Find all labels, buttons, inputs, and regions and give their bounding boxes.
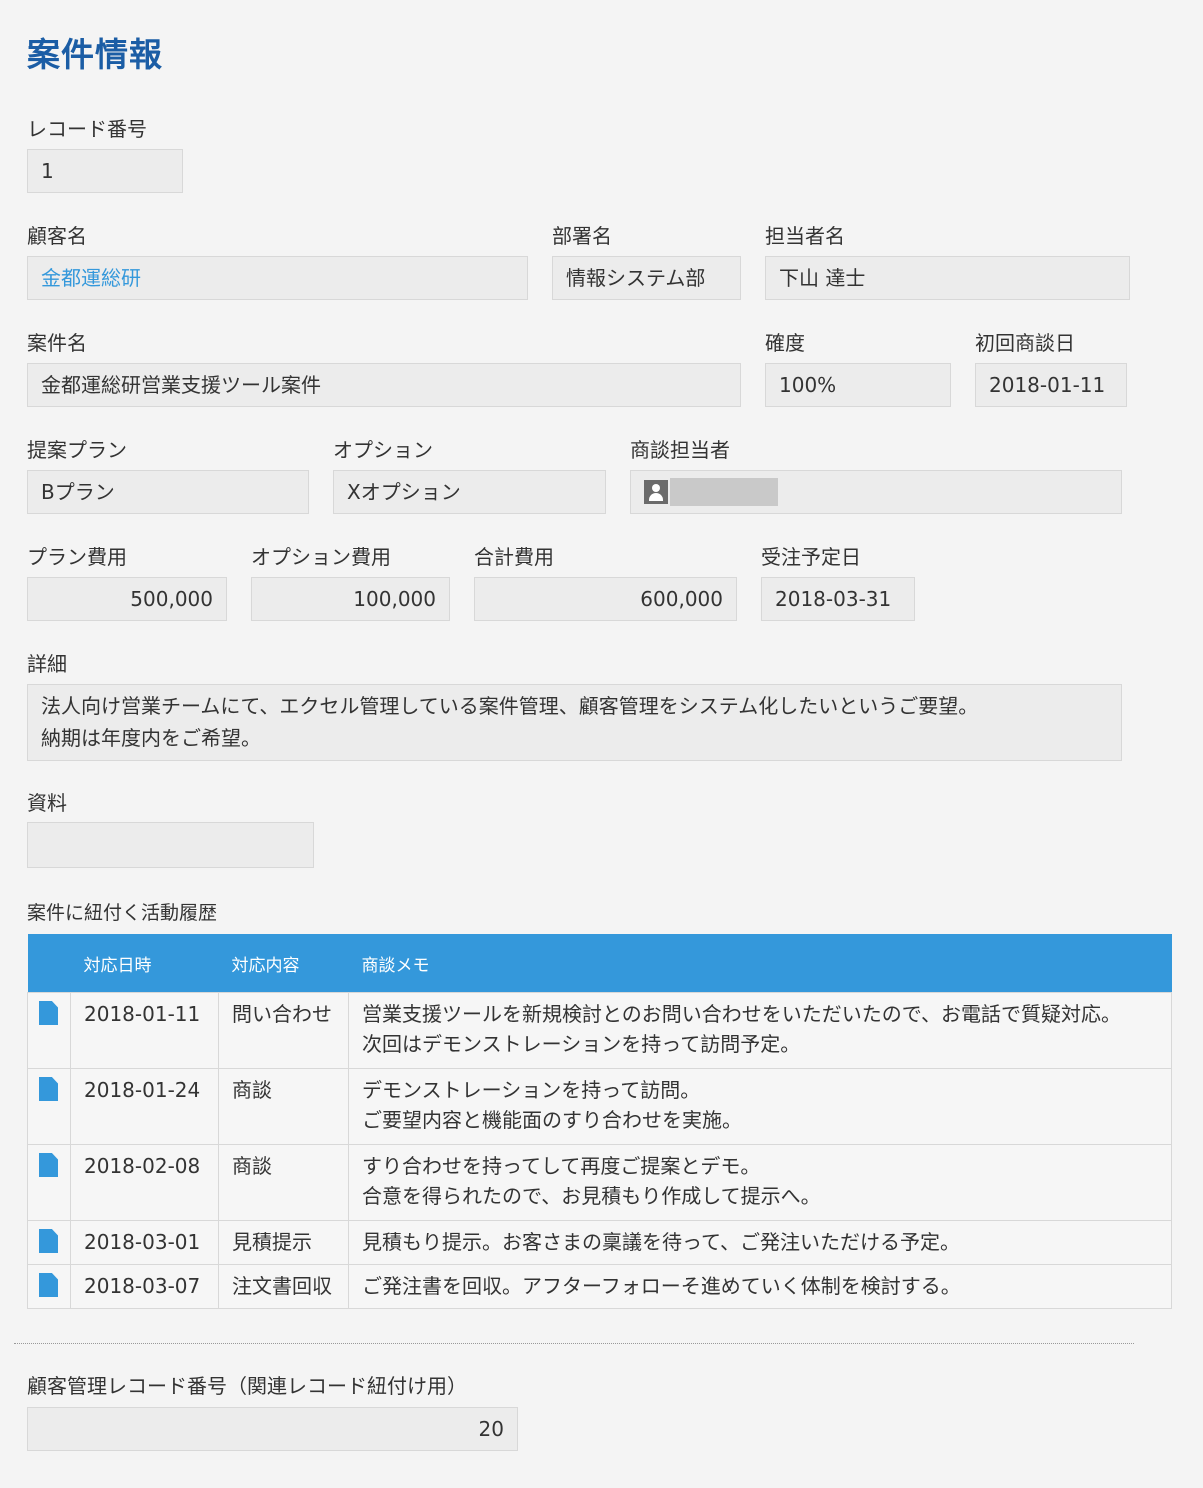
row-icon-cell[interactable] [27,1264,71,1309]
memo-line: 営業支援ツールを新規検討とのお問い合わせをいただいたので、お電話で質疑対応。 [362,1002,1121,1026]
row-memo: 見積もり提示。お客さまの稟議を待って、ご発注いただける予定。 [348,1220,1172,1265]
page-title: 案件情報 [27,35,163,74]
row-memo: ご発注書を回収。アフターフォローそ進めていく体制を検討する。 [348,1264,1172,1309]
column-header-icon [27,934,71,993]
materials-field [27,822,314,868]
row-icon-cell[interactable] [27,1068,71,1145]
table-header-row: 対応日時 対応内容 商談メモ [27,934,1172,993]
row-date: 2018-01-11 [70,992,219,1069]
order-date-label: 受注予定日 [761,545,861,569]
details-field: 法人向け営業チームにて、エクセル管理している案件管理、顧客管理をシステム化したい… [27,684,1122,761]
column-header-date: 対応日時 [70,934,219,993]
project-name-field: 金都運総研営業支援ツール案件 [27,363,741,407]
option-field: Xオプション [333,470,606,514]
materials-label: 資料 [27,791,67,815]
memo-line: すり合わせを持ってして再度ご提案とデモ。 [362,1154,761,1178]
row-icon-cell[interactable] [27,992,71,1069]
row-icon-cell[interactable] [27,1144,71,1221]
details-label: 詳細 [27,652,67,676]
record-number-field: 1 [27,149,183,193]
row-type: 問い合わせ [218,992,349,1069]
department-label: 部署名 [552,224,612,248]
details-line: 納期は年度内をご希望。 [41,726,261,750]
option-cost-field: 100,000 [251,577,450,621]
row-date: 2018-03-01 [70,1220,219,1265]
contact-person-label: 担当者名 [765,224,845,248]
row-date: 2018-02-08 [70,1144,219,1221]
record-number-label: レコード番号 [27,117,147,141]
activity-history-table: 対応日時 対応内容 商談メモ 2018-01-11 問い合わせ 営業支援ツールを… [27,934,1172,1309]
proposal-plan-label: 提案プラン [27,438,127,462]
row-icon-cell[interactable] [27,1220,71,1265]
document-icon[interactable] [39,1153,58,1177]
column-header-type: 対応内容 [218,934,349,993]
table-row: 2018-01-11 問い合わせ 営業支援ツールを新規検討とのお問い合わせをいた… [27,992,1172,1069]
activity-history-label: 案件に紐付く活動履歴 [27,902,218,924]
project-name-label: 案件名 [27,331,87,355]
first-meeting-date-label: 初回商談日 [975,331,1075,355]
memo-line: ご発注書を回収。アフターフォローそ進めていく体制を検討する。 [362,1274,961,1298]
contact-person-field: 下山 達士 [765,256,1130,300]
row-memo: すり合わせを持ってして再度ご提案とデモ。 合意を得られたので、お見積もり作成して… [348,1144,1172,1221]
section-divider [14,1343,1134,1344]
row-type: 注文書回収 [218,1264,349,1309]
total-cost-label: 合計費用 [474,545,554,569]
user-icon [644,479,668,504]
table-row: 2018-03-07 注文書回収 ご発注書を回収。アフターフォローそ進めていく体… [27,1264,1172,1309]
sales-rep-field [630,470,1122,514]
details-line: 法人向け営業チームにて、エクセル管理している案件管理、顧客管理をシステム化したい… [41,694,979,718]
certainty-label: 確度 [765,331,805,355]
order-date-field: 2018-03-31 [761,577,915,621]
table-row: 2018-03-01 見積提示 見積もり提示。お客さまの稟議を待って、ご発注いた… [27,1220,1172,1265]
document-icon[interactable] [39,1077,58,1101]
option-cost-label: オプション費用 [251,545,391,569]
memo-line: 見積もり提示。お客さまの稟議を待って、ご発注いただける予定。 [362,1230,960,1254]
table-row: 2018-01-24 商談 デモンストレーションを持って訪問。 ご要望内容と機能… [27,1068,1172,1145]
first-meeting-date-field: 2018-01-11 [975,363,1127,407]
row-type: 商談 [218,1068,349,1145]
row-memo: デモンストレーションを持って訪問。 ご要望内容と機能面のすり合わせを実施。 [348,1068,1172,1145]
memo-line: 合意を得られたので、お見積もり作成して提示へ。 [362,1184,821,1208]
customer-name-link[interactable]: 金都運総研 [27,256,528,300]
proposal-plan-field: Bプラン [27,470,309,514]
memo-line: 次回はデモンストレーションを持って訪問予定。 [362,1032,801,1056]
customer-record-number-field: 20 [27,1407,518,1451]
row-date: 2018-01-24 [70,1068,219,1145]
total-cost-field: 600,000 [474,577,737,621]
column-header-memo: 商談メモ [348,934,1172,993]
document-icon[interactable] [39,1001,58,1025]
row-type: 見積提示 [218,1220,349,1265]
memo-line: ご要望内容と機能面のすり合わせを実施。 [362,1108,742,1132]
row-memo: 営業支援ツールを新規検討とのお問い合わせをいただいたので、お電話で質疑対応。 次… [348,992,1172,1069]
option-label: オプション [333,438,433,462]
document-icon[interactable] [39,1273,58,1297]
row-type: 商談 [218,1144,349,1221]
customer-record-number-label: 顧客管理レコード番号（関連レコード紐付け用） [27,1374,467,1398]
row-date: 2018-03-07 [70,1264,219,1309]
sales-rep-user-link[interactable] [670,477,778,506]
document-icon[interactable] [39,1229,58,1253]
department-field: 情報システム部 [552,256,741,300]
customer-name-label: 顧客名 [27,224,87,248]
sales-rep-label: 商談担当者 [630,438,730,462]
plan-cost-field: 500,000 [27,577,227,621]
table-row: 2018-02-08 商談 すり合わせを持ってして再度ご提案とデモ。 合意を得ら… [27,1144,1172,1221]
memo-line: デモンストレーションを持って訪問。 [362,1078,701,1102]
certainty-field: 100% [765,363,951,407]
plan-cost-label: プラン費用 [27,545,127,569]
